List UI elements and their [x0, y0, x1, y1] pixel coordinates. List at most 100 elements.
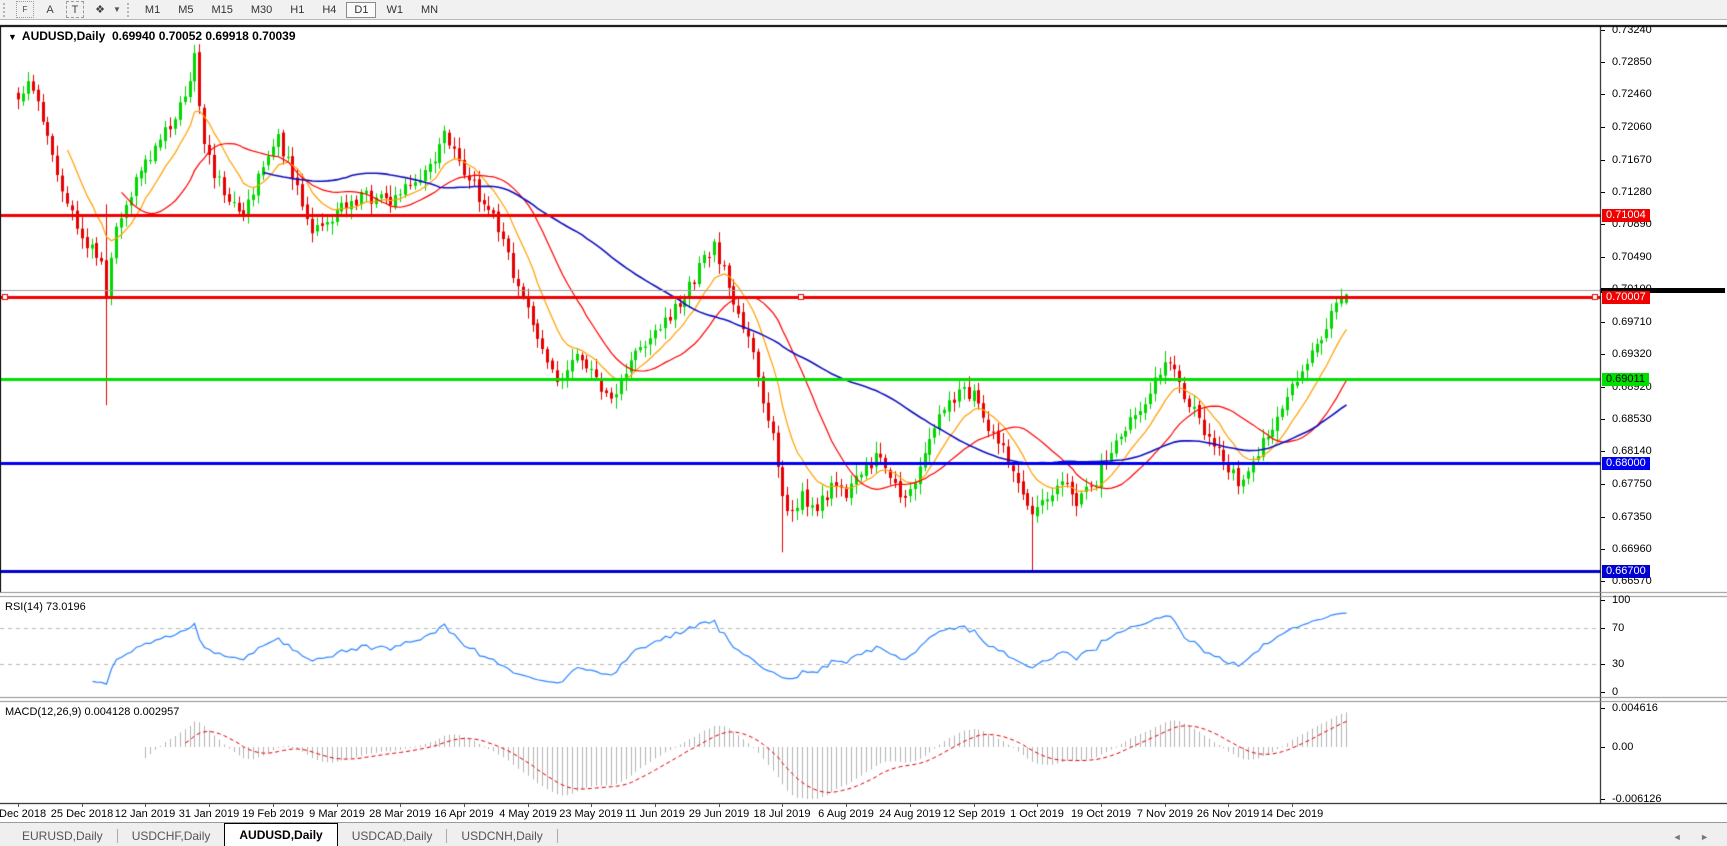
date-tick-label: 9 Mar 2019	[309, 808, 365, 820]
font-icon[interactable]: A	[42, 2, 58, 17]
chart-tabs: EURUSD,Daily USDCHF,Daily AUDUSD,Daily USDC…	[8, 823, 558, 846]
date-tick-mark	[145, 804, 146, 807]
date-tick-label: 6 Dec 2018	[0, 808, 47, 820]
date-tick-mark	[1228, 804, 1229, 807]
price-tick-label: 0.69320	[1612, 348, 1652, 360]
date-tick-mark	[719, 804, 720, 807]
timeframe-h4[interactable]: H4	[314, 2, 344, 18]
date-tick-mark	[82, 804, 83, 807]
tab-audusd[interactable]: AUDUSD,Daily	[224, 823, 338, 846]
ohlc-open: 0.69940	[111, 29, 156, 43]
toolbar-grip-2[interactable]	[126, 2, 133, 17]
rsi-tick-mark	[1601, 628, 1605, 629]
expand-triangle-icon[interactable]: ▼	[8, 32, 17, 42]
price-tick-label: 0.72460	[1612, 88, 1652, 100]
date-tick-label: 12 Sep 2019	[942, 808, 1006, 820]
text-label-icon[interactable]: T	[66, 1, 84, 18]
date-tick-mark	[528, 804, 529, 807]
toolbar-icons: F A T ❖ ▼	[12, 1, 124, 18]
toolbar-grip[interactable]	[3, 2, 9, 17]
price-tick-mark	[1601, 62, 1605, 63]
price-tick-mark	[1601, 192, 1605, 193]
crosshair-grid-icon[interactable]: F	[16, 1, 34, 18]
price-tick-label: 0.68530	[1612, 413, 1652, 425]
date-tick-mark	[18, 804, 19, 807]
date-tick-label: 16 Apr 2019	[434, 808, 494, 820]
rsi-tick-mark	[1601, 692, 1605, 693]
ohlc-low: 0.69918	[205, 29, 249, 43]
rsi-tick-label: 0	[1612, 686, 1619, 698]
tab-usdchf[interactable]: USDCHF,Daily	[118, 826, 225, 846]
rsi-tick-label: 30	[1612, 658, 1625, 670]
timeframe-m30[interactable]: M30	[243, 2, 280, 18]
chart-region: ▼ AUDUSD,Daily 0.69940 0.70052 0.69918 0.…	[0, 20, 1727, 822]
date-tick-mark	[1037, 804, 1038, 807]
macd-header: MACD(12,26,9) 0.004128 0.002957	[5, 706, 179, 718]
chart-title: ▼ AUDUSD,Daily 0.69940 0.70052 0.69918 0.…	[8, 29, 296, 43]
toolbar: F A T ❖ ▼ M1 M5 M15 M30 H1 H4 D1 W1 MN	[0, 0, 1727, 20]
date-tick-label: 28 Mar 2019	[369, 808, 431, 820]
price-tick-mark	[1601, 484, 1605, 485]
price-tick-label: 0.71670	[1612, 154, 1652, 166]
date-tick-mark	[591, 804, 592, 807]
date-tick-mark	[782, 804, 783, 807]
price-tick-mark	[1601, 549, 1605, 550]
date-tick-mark	[1165, 804, 1166, 807]
macd-tick-mark	[1601, 799, 1605, 800]
chart-symbol: AUDUSD,Daily	[21, 29, 106, 43]
hline-price-label: 0.66700	[1602, 565, 1650, 578]
date-tick-label: 1 Oct 2019	[1010, 808, 1064, 820]
macd-tick-mark	[1601, 747, 1605, 748]
date-tick-mark	[209, 804, 210, 807]
date-tick-mark	[1292, 804, 1293, 807]
rsi-header: RSI(14) 73.0196	[5, 601, 86, 613]
shapes-icon[interactable]: ❖	[92, 2, 108, 17]
tab-usdcnh[interactable]: USDCNH,Daily	[447, 826, 556, 846]
hline-price-label: 0.69011	[1602, 373, 1649, 386]
ohlc-close: 0.70039	[252, 29, 296, 43]
timeframe-mn[interactable]: MN	[413, 2, 446, 18]
price-tick-label: 0.72060	[1612, 121, 1652, 133]
timeframe-h1[interactable]: H1	[282, 2, 312, 18]
timeframe-m15[interactable]: M15	[203, 2, 240, 18]
timeframe-group: M1 M5 M15 M30 H1 H4 D1 W1 MN	[136, 1, 447, 18]
price-tick-mark	[1601, 451, 1605, 452]
date-tick-label: 29 Jun 2019	[688, 808, 750, 820]
date-tick-mark	[974, 804, 975, 807]
macd-tick-label: -0.006126	[1612, 793, 1662, 805]
date-tick-mark	[655, 804, 656, 807]
dropdown-caret-icon[interactable]: ▼	[113, 5, 121, 14]
date-tick-label: 23 May 2019	[559, 808, 623, 820]
date-tick-label: 19 Oct 2019	[1071, 808, 1131, 820]
price-tick-label: 0.69710	[1612, 316, 1652, 328]
chart-canvas[interactable]	[0, 20, 1727, 822]
price-tick-mark	[1601, 224, 1605, 225]
date-tick-label: 18 Jul 2019	[753, 808, 811, 820]
timeframe-m5[interactable]: M5	[170, 2, 201, 18]
price-tick-label: 0.66960	[1612, 543, 1652, 555]
ohlc-high: 0.70052	[158, 29, 203, 43]
tab-eurusd[interactable]: EURUSD,Daily	[8, 826, 117, 846]
price-tick-mark	[1601, 94, 1605, 95]
date-tick-label: 24 Aug 2019	[879, 808, 941, 820]
price-tick-mark	[1601, 160, 1605, 161]
date-tick-label: 11 Jun 2019	[625, 808, 685, 820]
price-tick-label: 0.67350	[1612, 511, 1652, 523]
price-tick-mark	[1601, 581, 1605, 582]
hline-price-label: 0.71004	[1602, 209, 1650, 222]
rsi-label: RSI(14)	[5, 601, 43, 613]
timeframe-w1[interactable]: W1	[378, 2, 411, 18]
date-tick-label: 7 Nov 2019	[1136, 808, 1194, 820]
date-tick-mark	[1101, 804, 1102, 807]
tab-scroll-arrows[interactable]: ◄ ►	[1673, 832, 1717, 842]
price-tick-mark	[1601, 127, 1605, 128]
rsi-value: 73.0196	[45, 601, 86, 613]
date-tick-mark	[337, 804, 338, 807]
tab-usdcad[interactable]: USDCAD,Daily	[338, 826, 447, 846]
macd-tick-label: 0.004616	[1612, 702, 1658, 714]
date-tick-mark	[273, 804, 274, 807]
timeframe-m1[interactable]: M1	[137, 2, 168, 18]
tab-separator	[556, 829, 558, 843]
timeframe-d1[interactable]: D1	[346, 1, 377, 18]
price-tick-label: 0.70490	[1612, 251, 1652, 263]
